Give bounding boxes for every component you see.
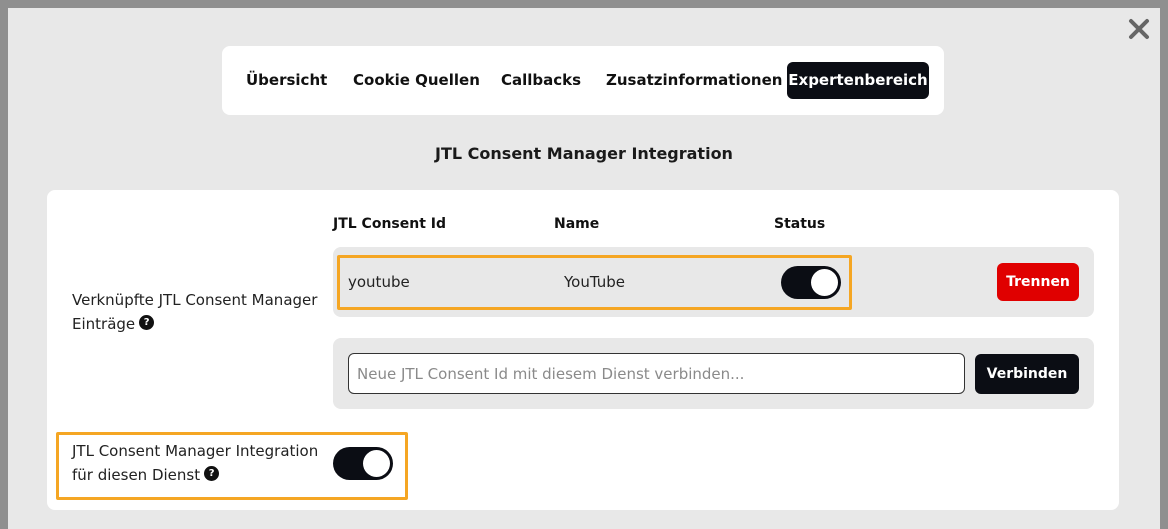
tab-zusatzinformationen[interactable]: Zusatzinformationen — [606, 62, 782, 99]
tab-callbacks[interactable]: Callbacks — [501, 62, 581, 99]
tab-cookie-quellen[interactable]: Cookie Quellen — [353, 62, 480, 99]
new-link-row: Verbinden — [333, 338, 1094, 409]
connect-button[interactable]: Verbinden — [975, 354, 1079, 394]
integration-label-text: JTL Consent Manager Integration für dies… — [72, 442, 319, 484]
linked-entries-label: Verknüpfte JTL Consent Manager Einträge? — [72, 288, 322, 336]
consent-id-input[interactable] — [348, 353, 965, 394]
linked-entries-label-text: Verknüpfte JTL Consent Manager Einträge — [72, 291, 318, 333]
toggle-knob — [811, 269, 838, 296]
close-icon[interactable] — [1128, 18, 1150, 40]
integration-label: JTL Consent Manager Integration für dies… — [72, 439, 334, 487]
table-row: youtube YouTube Trennen — [333, 247, 1094, 317]
disconnect-button[interactable]: Trennen — [997, 263, 1079, 301]
section-title: JTL Consent Manager Integration — [435, 144, 733, 163]
column-header-status: Status — [774, 216, 826, 232]
tab-bar: Übersicht Cookie Quellen Callbacks Zusat… — [222, 46, 944, 115]
tab-expertenbereich[interactable]: Expertenbereich — [787, 62, 929, 99]
help-icon[interactable]: ? — [204, 466, 220, 481]
modal-dialog: Übersicht Cookie Quellen Callbacks Zusat… — [8, 8, 1160, 529]
integration-card: JTL Consent Id Name Status Verknüpfte JT… — [47, 190, 1119, 510]
help-icon[interactable]: ? — [139, 315, 155, 330]
name-cell: YouTube — [564, 273, 625, 291]
tab-uebersicht[interactable]: Übersicht — [246, 62, 327, 99]
toggle-knob — [363, 450, 390, 477]
column-header-name: Name — [554, 216, 600, 232]
status-toggle[interactable] — [781, 266, 841, 299]
integration-toggle[interactable] — [333, 447, 393, 480]
column-header-consent-id: JTL Consent Id — [333, 216, 447, 232]
consent-id-cell: youtube — [348, 273, 410, 291]
